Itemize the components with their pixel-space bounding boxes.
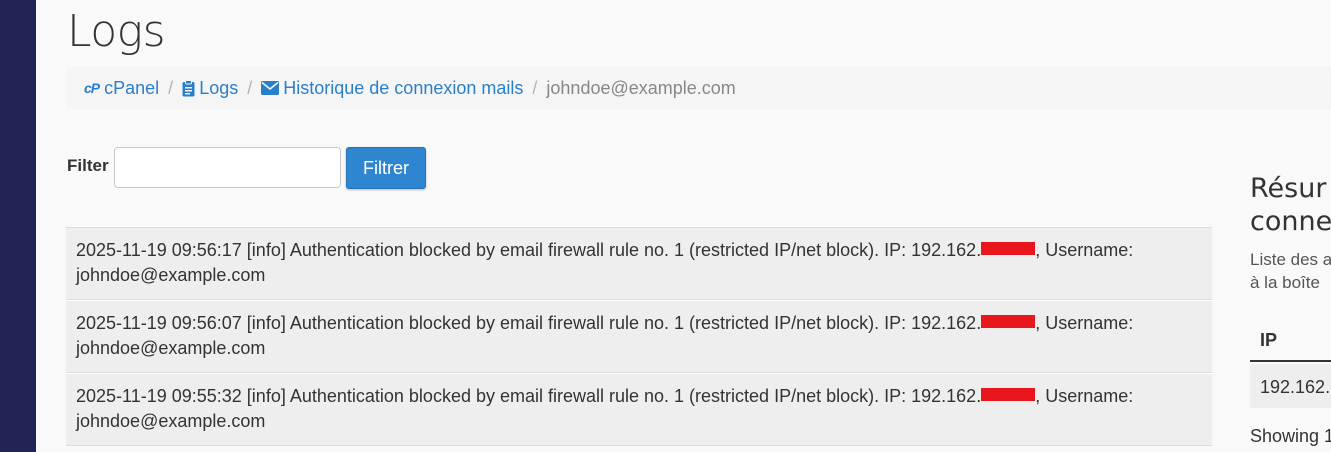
breadcrumb-current: johndoe@example.com [546,77,736,98]
log-text: 2025-11-19 09:56:17 [info] Authenticatio… [76,240,982,260]
filter-button[interactable]: Filtrer [346,147,426,189]
log-text: 2025-11-19 09:55:32 [info] Authenticatio… [76,386,982,406]
breadcrumb-separator: / [247,77,253,98]
summary-description: Liste des a à la boîte [1250,250,1331,292]
ip-column-header[interactable]: IP [1250,322,1331,362]
breadcrumb-logs[interactable]: Logs [182,78,238,99]
log-table: 2025-11-19 09:56:17 [info] Authenticatio… [66,227,1212,446]
summary-title: Résur conne [1250,173,1331,237]
breadcrumb-separator: / [168,77,174,98]
cpanel-logo-icon: cP [84,80,100,96]
filter-input[interactable] [114,147,341,188]
redaction-mark [981,388,1036,401]
log-text: 2025-11-19 09:56:07 [info] Authenticatio… [76,313,982,333]
page-title: Logs [67,6,166,57]
breadcrumb-mail-login-history[interactable]: Historique de connexion mails [261,78,523,99]
redaction-mark [981,315,1036,328]
clipboard-icon [182,79,195,96]
breadcrumb-label: Logs [199,77,239,98]
log-row: 2025-11-19 09:55:32 [info] Authenticatio… [66,373,1212,446]
log-row: 2025-11-19 09:56:17 [info] Authenticatio… [66,228,1212,300]
breadcrumb-label: cPanel [104,77,160,98]
pagination-info: Showing 1 [1250,426,1331,446]
breadcrumb: cP cPanel / Logs / Historique de connexi… [67,67,1331,109]
breadcrumb-cpanel[interactable]: cP cPanel [84,78,159,99]
breadcrumb-label: Historique de connexion mails [283,77,524,98]
breadcrumb-separator: / [532,77,538,98]
log-row: 2025-11-19 09:56:07 [info] Authenticatio… [66,300,1212,373]
filter-label: Filter [67,156,109,175]
ip-cell: 192.162. [1250,364,1331,408]
envelope-icon [261,81,280,95]
redaction-mark [981,242,1036,255]
sidebar [0,0,36,452]
